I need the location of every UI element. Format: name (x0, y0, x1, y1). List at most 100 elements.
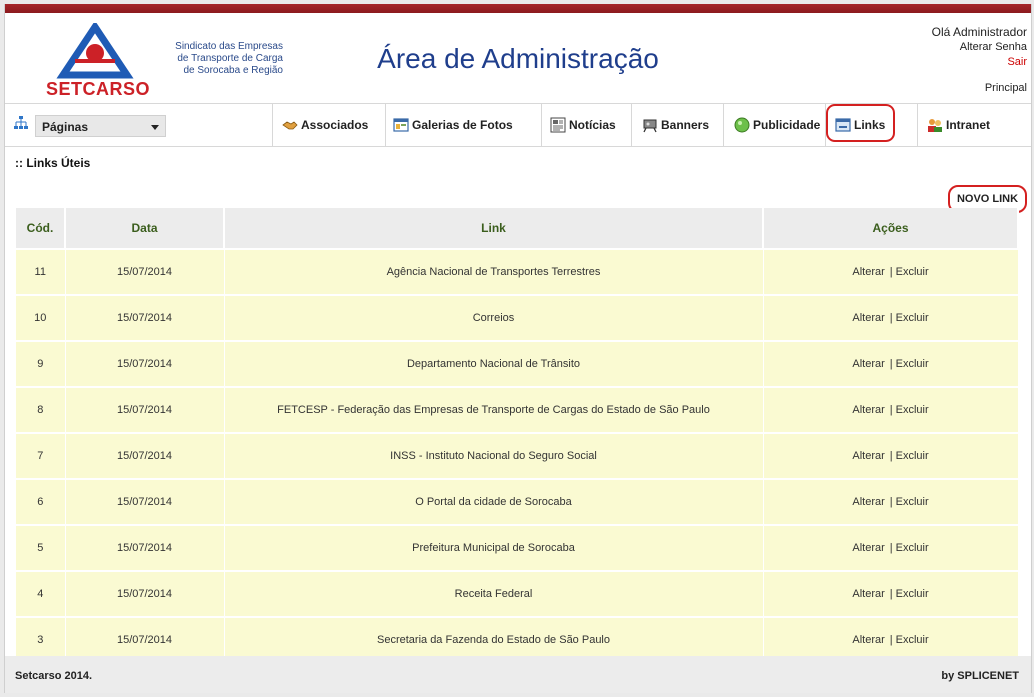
cell-data: 15/07/2014 (65, 340, 225, 387)
delete-link[interactable]: Excluir (896, 542, 929, 554)
table-row: 6 15/07/2014 O Portal da cidade de Sorocab… (16, 478, 1019, 525)
nav-galerias-label: Galerias de Fotos (412, 118, 513, 132)
delete-link[interactable]: Excluir (896, 634, 929, 646)
cell-link: Receita Federal (224, 570, 764, 617)
table-row: 9 15/07/2014 Departamento Nacional de Trân… (16, 340, 1019, 387)
nav-banners-label: Banners (661, 118, 710, 132)
col-header-acoes: Ações (763, 208, 1019, 249)
pages-dropdown-value: Páginas (42, 120, 89, 134)
cell-cod: 10 (16, 294, 66, 341)
photo-gallery-icon (393, 118, 409, 132)
footer-copyright: Setcarso 2014. (15, 670, 93, 682)
table-row: 5 15/07/2014 Prefeitura Municipal de Soroc… (16, 524, 1019, 571)
links-highlight-circle (826, 104, 895, 142)
edit-link[interactable]: Alterar (852, 496, 884, 508)
section-title: :: Links Úteis (15, 156, 91, 170)
nav-intranet-label: Intranet (946, 118, 991, 132)
action-separator: | (889, 266, 893, 278)
edit-link[interactable]: Alterar (852, 450, 884, 462)
cell-data: 15/07/2014 (65, 478, 225, 525)
delete-link[interactable]: Excluir (896, 358, 929, 370)
edit-link[interactable]: Alterar (852, 266, 884, 278)
edit-link[interactable]: Alterar (852, 312, 884, 324)
cell-actions: Alterar | Excluir (763, 340, 1019, 387)
action-separator: | (889, 634, 893, 646)
nav-noticias-label: Notícias (569, 118, 616, 132)
table-row: 4 15/07/2014 Receita Federal Alterar | Exclui… (16, 570, 1019, 617)
cell-data: 15/07/2014 (65, 386, 225, 433)
edit-link[interactable]: Alterar (852, 588, 884, 600)
action-separator: | (889, 404, 893, 416)
nav-intranet[interactable]: Intranet (917, 104, 1031, 146)
cell-actions: Alterar | Excluir (763, 570, 1019, 617)
delete-link[interactable]: Excluir (896, 312, 929, 324)
nav-associados[interactable]: Associados (272, 104, 386, 146)
nav-galerias[interactable]: Galerias de Fotos (385, 104, 532, 146)
footer-credit[interactable]: by SPLICENET (941, 670, 1019, 682)
table-row: 11 15/07/2014 Agência Nacional de Transpor… (16, 248, 1019, 295)
cell-link: Prefeitura Municipal de Sorocaba (224, 524, 764, 571)
logo-wordmark: SETCARSO (46, 79, 151, 99)
cell-data: 15/07/2014 (65, 524, 225, 571)
cell-actions: Alterar | Excluir (763, 294, 1019, 341)
cell-cod: 5 (16, 524, 66, 571)
delete-link[interactable]: Excluir (896, 266, 929, 278)
user-box: Olá Administrador Alterar Senha Sair Pri… (932, 25, 1027, 96)
col-header-data[interactable]: Data (65, 208, 225, 249)
delete-link[interactable]: Excluir (896, 588, 929, 600)
edit-link[interactable]: Alterar (852, 634, 884, 646)
cell-cod: 4 (16, 570, 66, 617)
edit-link[interactable]: Alterar (852, 542, 884, 554)
chevron-down-icon (151, 125, 159, 130)
action-separator: | (889, 358, 893, 370)
nav-publicidade-label: Publicidade (753, 118, 821, 132)
cell-link: O Portal da cidade de Sorocaba (224, 478, 764, 525)
nav-associados-label: Associados (301, 118, 369, 132)
col-header-cod[interactable]: Cód. (16, 208, 66, 249)
action-separator: | (889, 450, 893, 462)
cell-data: 15/07/2014 (65, 294, 225, 341)
nav-noticias[interactable]: Notícias (541, 104, 631, 146)
cell-cod: 9 (16, 340, 66, 387)
action-separator: | (889, 542, 893, 554)
delete-link[interactable]: Excluir (896, 450, 929, 462)
user-greeting: Olá Administrador (931, 25, 1027, 39)
delete-link[interactable]: Excluir (896, 496, 929, 508)
table-body: 11 15/07/2014 Agência Nacional de Transpor… (16, 248, 1019, 662)
cell-link: Correios (224, 294, 764, 341)
cell-link: Departamento Nacional de Trânsito (224, 340, 764, 387)
col-header-link[interactable]: Link (224, 208, 764, 249)
table-row: 7 15/07/2014 INSS - Instituto Nacional do … (16, 432, 1019, 479)
home-link[interactable]: Principal (932, 81, 1027, 96)
edit-link[interactable]: Alterar (852, 358, 884, 370)
edit-link[interactable]: Alterar (852, 404, 884, 416)
cell-actions: Alterar | Excluir (763, 432, 1019, 479)
delete-link[interactable]: Excluir (896, 404, 929, 416)
page-frame: SETCARSO Sindicato das Empresas de Trans… (4, 4, 1032, 693)
handshake-icon (282, 121, 298, 130)
header: SETCARSO Sindicato das Empresas de Trans… (5, 13, 1031, 104)
cell-link: Agência Nacional de Transportes Terrestr… (224, 248, 764, 295)
table-row: 8 15/07/2014 FETCESP - Federação das Empre… (16, 386, 1019, 433)
cell-link: FETCESP - Federação das Empresas de Tran… (224, 386, 764, 433)
cell-data: 15/07/2014 (65, 570, 225, 617)
nav-banners[interactable]: Banners (631, 104, 723, 146)
news-icon (550, 117, 566, 133)
logout-link[interactable]: Sair (932, 55, 1027, 70)
sitemap-icon (14, 116, 28, 129)
cell-data: 15/07/2014 (65, 248, 225, 295)
cell-data: 15/07/2014 (65, 432, 225, 479)
links-table: Cód. Data Link Ações 11 15/07/2014 Agência… (16, 208, 1019, 662)
green-circle-icon (734, 117, 750, 133)
cell-actions: Alterar | Excluir (763, 524, 1019, 571)
table-row: 10 15/07/2014 Correios Alterar | Excluir (16, 294, 1019, 341)
action-separator: | (889, 496, 893, 508)
cell-cod: 6 (16, 478, 66, 525)
nav-publicidade[interactable]: Publicidade (723, 104, 825, 146)
pages-dropdown[interactable]: Páginas (35, 115, 166, 137)
change-password-link[interactable]: Alterar Senha (932, 40, 1027, 55)
action-separator: | (889, 588, 893, 600)
users-icon (928, 119, 942, 132)
top-bar (5, 4, 1031, 13)
cell-actions: Alterar | Excluir (763, 478, 1019, 525)
